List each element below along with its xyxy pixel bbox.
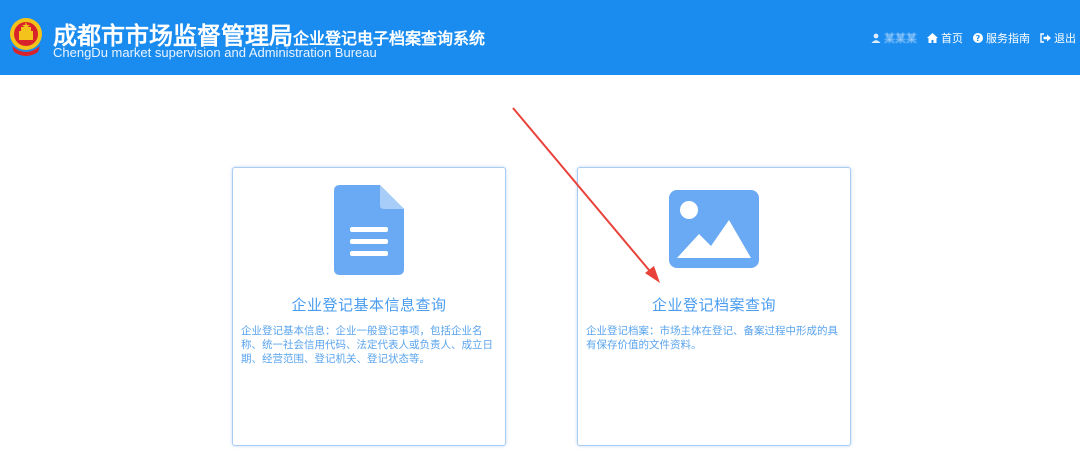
help-circle-icon: ? [973,33,983,43]
image-icon [669,190,759,268]
logout-icon [1040,33,1051,43]
document-icon [334,185,404,275]
card-description: 企业登记基本信息：企业一般登记事项，包括企业名称、统一社会信用代码、法定代表人或… [241,325,493,365]
national-emblem-icon [10,18,42,56]
archive-query-card[interactable]: 企业登记档案查询 企业登记档案：市场主体在登记、备案过程中形成的具有保存价值的文… [577,167,851,446]
user-name: 某某某 [884,32,917,45]
top-nav: 某某某 首页 ? 服务指南 退出 [861,30,1076,46]
svg-text:?: ? [976,34,981,43]
nav-home-link[interactable]: 首页 [927,30,963,46]
card-title: 企业登记档案查询 [651,296,776,314]
top-header: 成都市市场监督管理局企业登记电子档案查询系统 ChengDu market su… [0,0,1080,75]
nav-guide-link[interactable]: ? 服务指南 [973,30,1030,46]
nav-logout-link[interactable]: 退出 [1040,30,1076,46]
nav-home-label: 首页 [941,32,963,45]
user-menu[interactable]: 某某某 [871,30,917,46]
user-icon [871,33,881,43]
nav-guide-label: 服务指南 [986,32,1030,45]
card-title: 企业登记基本信息查询 [291,296,447,314]
nav-logout-label: 退出 [1054,32,1076,45]
site-title-english: ChengDu market supervision and Administr… [53,45,377,60]
basic-info-query-card[interactable]: 企业登记基本信息查询 企业登记基本信息：企业一般登记事项，包括企业名称、统一社会… [232,167,506,446]
card-description: 企业登记档案：市场主体在登记、备案过程中形成的具有保存价值的文件资料。 [586,325,838,351]
home-icon [927,33,938,43]
